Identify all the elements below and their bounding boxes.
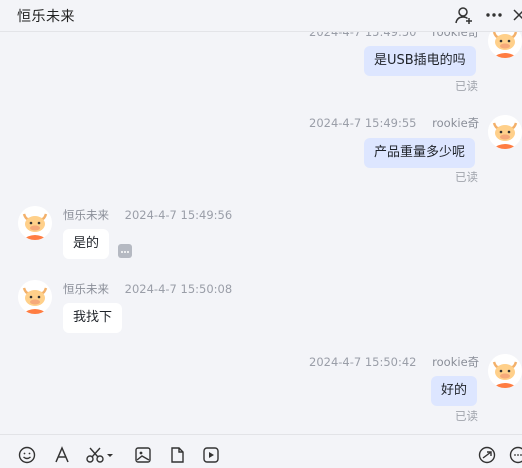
message-bubble[interactable]: 我找下 — [63, 303, 122, 333]
chat-header: 恒乐未来 — [0, 0, 522, 32]
send-icon[interactable] — [477, 445, 497, 465]
message-text: 是的 — [73, 236, 99, 251]
font-icon[interactable] — [52, 445, 72, 465]
bull-avatar-icon — [18, 206, 52, 240]
message-list[interactable]: 2024-4-7 15:49:50 rookie奇 是USB插电的吗 已读 20… — [0, 0, 522, 433]
message-text: 是USB插电的吗 — [374, 53, 466, 68]
message-text: 产品重量多少呢 — [374, 145, 465, 160]
message-time: 2024-4-7 15:50:42 — [309, 355, 417, 369]
message-time: 2024-4-7 15:49:55 — [309, 116, 417, 130]
message-sender: 恒乐未来 — [63, 208, 109, 222]
avatar[interactable] — [18, 206, 52, 240]
close-icon[interactable] — [508, 4, 522, 26]
read-status: 已读 — [455, 78, 478, 94]
message-bubble[interactable]: 产品重量多少呢 — [364, 138, 475, 168]
avatar[interactable] — [18, 280, 52, 314]
message-sender: 恒乐未来 — [63, 282, 109, 296]
scissors-icon[interactable] — [86, 445, 114, 465]
input-toolbar — [0, 434, 522, 468]
avatar[interactable] — [488, 354, 522, 388]
image-icon[interactable] — [133, 445, 153, 465]
add-contact-icon[interactable] — [453, 4, 475, 26]
message-meta: 2024-4-7 15:50:42 rookie奇 — [309, 354, 479, 370]
more-icon[interactable] — [483, 4, 505, 26]
bull-avatar-icon — [488, 354, 522, 388]
message-time: 2024-4-7 15:50:08 — [125, 282, 233, 296]
message-bubble[interactable]: 是USB插电的吗 — [364, 46, 476, 76]
read-status: 已读 — [455, 408, 478, 424]
message-bubble[interactable]: 是的 — [63, 229, 109, 259]
chat-title: 恒乐未来 — [17, 6, 75, 26]
message-sender: rookie奇 — [432, 116, 479, 130]
read-status: 已读 — [455, 169, 478, 185]
message-meta: 恒乐未来 2024-4-7 15:49:56 — [63, 207, 232, 223]
message-meta: 恒乐未来 2024-4-7 15:50:08 — [63, 281, 232, 297]
file-icon[interactable] — [167, 445, 187, 465]
chat-icon[interactable] — [508, 445, 522, 465]
bull-avatar-icon — [18, 280, 52, 314]
emoji-icon[interactable] — [17, 445, 37, 465]
message-action-icon[interactable] — [118, 244, 132, 258]
message-text: 我找下 — [73, 310, 112, 325]
video-icon[interactable] — [201, 445, 221, 465]
message-bubble[interactable]: 好的 — [431, 376, 477, 406]
message-meta: 2024-4-7 15:49:55 rookie奇 — [309, 115, 479, 131]
bull-avatar-icon — [488, 115, 522, 149]
message-text: 好的 — [441, 383, 467, 398]
message-sender: rookie奇 — [432, 355, 479, 369]
avatar[interactable] — [488, 115, 522, 149]
message-time: 2024-4-7 15:49:56 — [125, 208, 233, 222]
